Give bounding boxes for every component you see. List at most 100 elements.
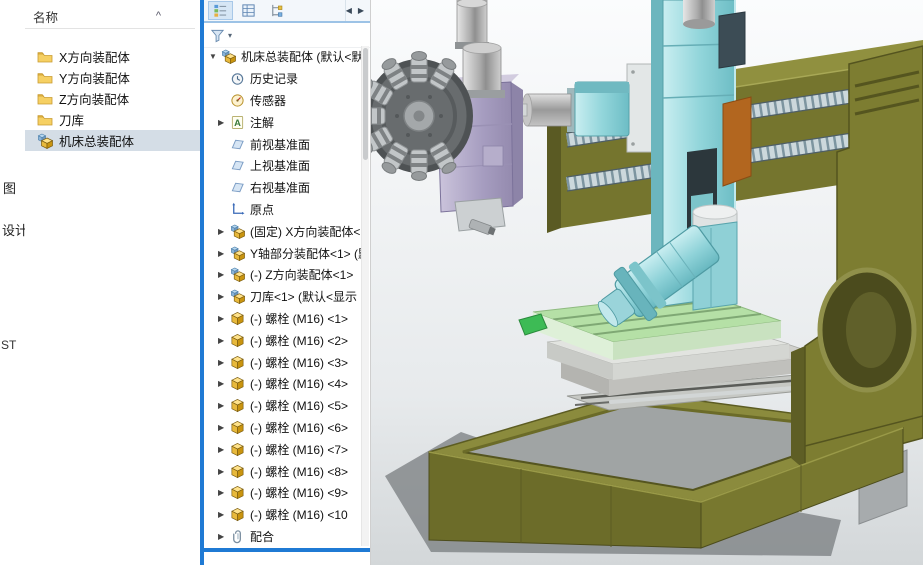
part-icon: [230, 485, 245, 500]
expand-arrow[interactable]: ▶: [218, 314, 230, 323]
expand-arrow[interactable]: ▶: [218, 336, 230, 345]
tab-nav: ◀ ▶: [344, 0, 370, 21]
file-item[interactable]: Z方向装配体: [25, 88, 200, 109]
feature-tree-item[interactable]: ▶ (-) 螺栓 (M16) <10: [204, 504, 361, 526]
feature-tree-item[interactable]: ▶ (-) 螺栓 (M16) <5>: [204, 395, 361, 417]
expand-arrow[interactable]: ▶: [218, 510, 230, 519]
feature-tree-item-label: 历史记录: [250, 72, 299, 87]
feature-tree-root-label: 机床总装配体 (默认<默认: [241, 50, 361, 65]
file-item[interactable]: 刀库: [25, 109, 200, 130]
tab-back-arrow[interactable]: ◀: [346, 6, 352, 15]
feature-tree-item[interactable]: ▶ (-) 螺栓 (M16) <2>: [204, 329, 361, 351]
column-junction-block: [718, 11, 746, 69]
filter-dropdown-caret[interactable]: ▾: [228, 31, 232, 40]
expand-arrow[interactable]: ▶: [218, 292, 230, 301]
expand-arrow[interactable]: ▶: [218, 379, 230, 388]
expand-arrow[interactable]: ▶: [218, 467, 230, 476]
left-text-fragment: ST: [1, 338, 17, 352]
feature-tree-item[interactable]: 原点: [204, 199, 361, 221]
expand-arrow[interactable]: ▶: [218, 488, 230, 497]
feature-tree-item[interactable]: 上视基准面: [204, 155, 361, 177]
orange-bracket[interactable]: [722, 96, 752, 187]
feature-tree-item-label: (-) 螺栓 (M16) <3>: [250, 355, 349, 370]
feature-tree-item-label: (-) 螺栓 (M16) <4>: [250, 377, 349, 392]
expand-arrow[interactable]: ▶: [218, 227, 230, 236]
assembly-icon: [230, 267, 245, 282]
feature-tree-item[interactable]: 传感器: [204, 90, 361, 112]
feature-tree-item-label: (固定) X方向装配体<: [250, 224, 361, 239]
expand-arrow[interactable]: ▶: [218, 532, 230, 541]
expand-arrow[interactable]: ▶: [218, 358, 230, 367]
file-list-header[interactable]: 名称 ^: [25, 4, 195, 29]
part-icon: [230, 311, 245, 326]
part-icon: [230, 333, 245, 348]
feature-tree-item-label: (-) 螺栓 (M16) <5>: [250, 399, 349, 414]
configuration-manager-tab[interactable]: [264, 1, 289, 20]
feature-tree-item[interactable]: 右视基准面: [204, 177, 361, 199]
file-item-label: Y方向装配体: [59, 72, 130, 86]
property-manager-tab[interactable]: [236, 1, 261, 20]
expand-arrow[interactable]: ▶: [218, 445, 230, 454]
folder-icon: [37, 70, 53, 86]
feature-tree-item[interactable]: ▶ (-) 螺栓 (M16) <8>: [204, 460, 361, 482]
feature-tree-item[interactable]: ▶ (-) 螺栓 (M16) <6>: [204, 417, 361, 439]
feature-tree-item[interactable]: ▶ Y轴部分装配体<1> (默: [204, 242, 361, 264]
tree-scrollbar-thumb[interactable]: [363, 48, 368, 160]
file-item[interactable]: Y方向装配体: [25, 67, 200, 88]
file-item[interactable]: X方向装配体: [25, 46, 200, 67]
motor-body: [526, 93, 572, 127]
folder-icon: [37, 49, 53, 65]
feature-manager-tab-icon: [213, 3, 228, 18]
feature-tree-item[interactable]: ▶ (-) 螺栓 (M16) <1>: [204, 308, 361, 330]
plane-icon: [230, 158, 245, 173]
feature-tree-item[interactable]: ▶ (固定) X方向装配体<: [204, 220, 361, 242]
assembly-icon: [230, 246, 245, 261]
part-icon: [230, 464, 245, 479]
folder-icon: [37, 91, 53, 107]
part-icon: [230, 507, 245, 522]
feature-tree-item[interactable]: ▶ (-) 螺栓 (M16) <4>: [204, 373, 361, 395]
folder-icon: [37, 112, 53, 128]
feature-tree-item-label: (-) 螺栓 (M16) <10: [250, 508, 348, 523]
file-item-label: X方向装配体: [59, 51, 130, 65]
part-icon: [230, 442, 245, 457]
assembly-icon: [230, 224, 245, 239]
graphics-area[interactable]: [371, 0, 923, 565]
feature-tree-item-label: 配合: [250, 529, 275, 544]
feature-manager-tab[interactable]: [208, 1, 233, 20]
expand-arrow[interactable]: ▼: [209, 52, 221, 61]
feature-tree-item-label: 前视基准面: [250, 137, 311, 152]
feature-tree-root[interactable]: ▼ 机床总装配体 (默认<默认: [204, 46, 361, 68]
tab-forward-arrow[interactable]: ▶: [358, 6, 364, 15]
feature-tree-item-label: (-) 螺栓 (M16) <8>: [250, 464, 349, 479]
expand-arrow[interactable]: ▶: [218, 423, 230, 432]
feature-tree-item[interactable]: ▶ (-) Z方向装配体<1>: [204, 264, 361, 286]
feature-tree-item-label: Y轴部分装配体<1> (默: [250, 246, 361, 261]
expand-arrow[interactable]: ▶: [218, 270, 230, 279]
left-text-fragment: 图: [3, 181, 17, 196]
annotation-icon: [230, 115, 245, 130]
feature-tree-item[interactable]: 历史记录: [204, 68, 361, 90]
3d-viewport[interactable]: [371, 0, 923, 565]
feature-tree-item[interactable]: ▶ 注解: [204, 111, 361, 133]
feature-tree-item[interactable]: ▶ 刀库<1> (默认<显示: [204, 286, 361, 308]
expand-arrow[interactable]: ▶: [218, 249, 230, 258]
feature-tree-item[interactable]: ▶ 配合: [204, 526, 361, 547]
left-text-fragment: 设计: [2, 223, 25, 238]
feature-tree-item-label: (-) 螺栓 (M16) <2>: [250, 333, 349, 348]
feature-tree-item[interactable]: 前视基准面: [204, 133, 361, 155]
feature-tree-item[interactable]: ▶ (-) 螺栓 (M16) <9>: [204, 482, 361, 504]
collapse-chevron-icon[interactable]: ^: [156, 10, 161, 22]
file-browser-panel: 名称 ^ X方向装配体 Y方向装配体 Z方向装配体 刀库 机床总装配体: [25, 0, 200, 565]
file-item-selected[interactable]: 机床总装配体: [25, 130, 200, 151]
assembly-icon: [37, 133, 53, 149]
name-column-header[interactable]: 名称: [25, 7, 156, 26]
expand-arrow[interactable]: ▶: [218, 401, 230, 410]
part-icon: [230, 420, 245, 435]
tree-scrollbar[interactable]: [361, 46, 369, 546]
tree-filter-bar[interactable]: ▾: [204, 23, 370, 48]
feature-tree-item[interactable]: ▶ (-) 螺栓 (M16) <7>: [204, 438, 361, 460]
expand-arrow[interactable]: ▶: [218, 118, 230, 127]
assembly-icon: [221, 49, 236, 64]
feature-tree-item[interactable]: ▶ (-) 螺栓 (M16) <3>: [204, 351, 361, 373]
